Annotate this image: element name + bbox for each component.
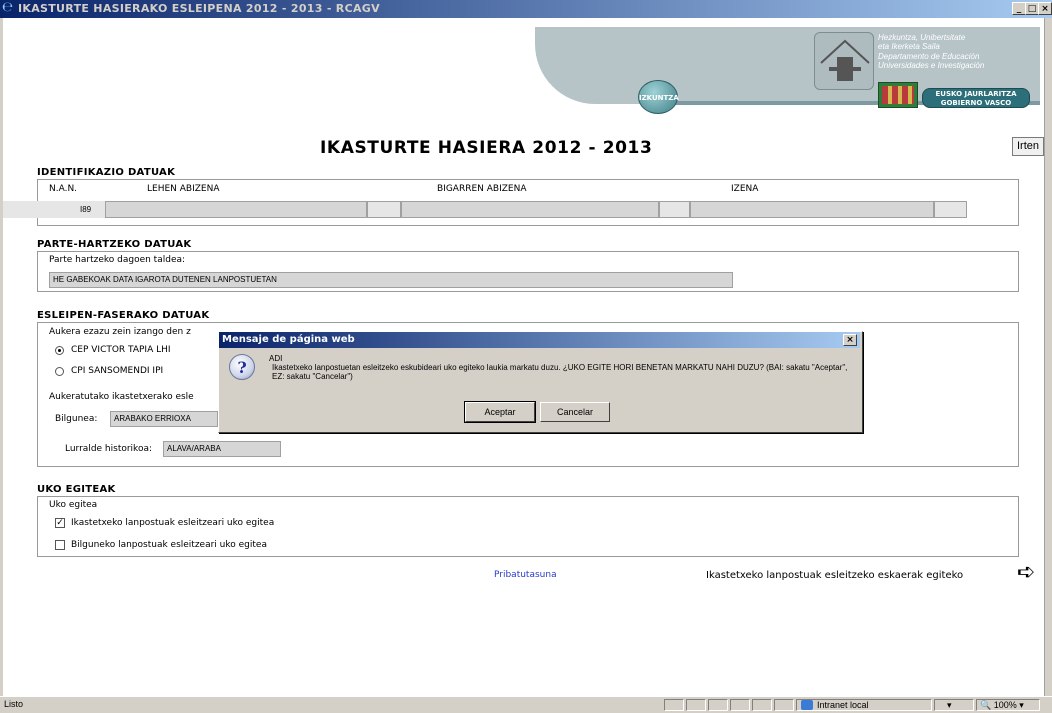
selected-school-label: Aukeratutako ikastetxerako esle (49, 392, 194, 402)
option2-label[interactable]: CPI SANSOMENDI IPI (71, 366, 163, 376)
cancel-button[interactable]: Cancelar (540, 402, 610, 422)
window-titlebar[interactable]: ℮ IKASTURTE HASIERAKO ESLEIPENA 2012 - 2… (0, 0, 1052, 18)
basque-flag-icon (878, 82, 918, 108)
status-cell-6 (774, 699, 794, 711)
minimize-button[interactable]: _ (1012, 2, 1026, 15)
name-field[interactable] (690, 201, 934, 218)
dialog-message: ADI Ikastetxeko lanpostuetan esleitzeko … (269, 354, 859, 381)
bilgunea-field[interactable]: ARABAKO ERRIOXA (110, 411, 218, 427)
zone-cell: Intranet local (796, 699, 932, 711)
status-cell-2 (686, 699, 706, 711)
inst-line-1: Hezkuntza, Unibertsitate (878, 33, 966, 42)
surname1-suffix-field[interactable] (367, 201, 401, 218)
gov-line-1: EUSKO JAURLARITZA (935, 90, 1017, 98)
surname1-field[interactable] (105, 201, 367, 218)
col-nan-label: N.A.N. (49, 184, 78, 194)
option1-label[interactable]: CEP VICTOR TAPIA LHI (71, 345, 171, 355)
option2-radio[interactable] (55, 367, 64, 376)
surname2-field[interactable] (401, 201, 659, 218)
option1-radio[interactable] (55, 346, 64, 355)
status-text: Listo (4, 699, 24, 709)
accept-button[interactable]: Aceptar (464, 401, 536, 423)
waiver-heading: UKO EGITEAK (37, 484, 116, 495)
gov-emblem-icon (814, 32, 874, 90)
waiver-cluster-label[interactable]: Bilguneko lanpostuak esleitzeari uko egi… (71, 540, 267, 550)
surname2-suffix-field[interactable] (659, 201, 690, 218)
ie-icon: ℮ (2, 0, 14, 15)
window-title: IKASTURTE HASIERAKO ESLEIPENA 2012 - 201… (18, 2, 380, 15)
identification-heading: IDENTIFIKAZIO DATUAK (37, 167, 176, 178)
question-icon: ? (229, 354, 255, 380)
privacy-cell[interactable]: ▾ (934, 699, 974, 711)
dialog-titlebar[interactable]: Mensaje de página web (219, 332, 860, 348)
zoom-icon: 🔍 (980, 700, 992, 710)
department-name-es: Departamento de Educación Universidades … (878, 52, 1038, 70)
zoom-dropdown-icon: ▾ (1019, 700, 1024, 710)
status-cell-5 (752, 699, 772, 711)
dialog-heading: ADI (269, 354, 283, 363)
inst-line-3: Departamento de Educación (878, 52, 980, 61)
status-bar: Listo Intranet local ▾ 🔍 100% ▾ (0, 696, 1052, 713)
waiver-school-checkbox[interactable]: ✓ (55, 518, 65, 528)
inst-line-2: eta Ikerketa Saila (878, 42, 940, 51)
nan-field[interactable]: I89 (3, 201, 105, 218)
zoom-cell[interactable]: 🔍 100% ▾ (976, 699, 1040, 711)
gov-logo-text: EUSKO JAURLARITZA GOBIERNO VASCO (922, 88, 1030, 108)
col-name-label: IZENA (731, 184, 759, 194)
col-surname2-label: BIGARREN ABIZENA (437, 184, 527, 194)
status-cell-3 (708, 699, 728, 711)
group-field[interactable]: HE GABEKOAK DATA IGAROTA DUTENEN LANPOST… (49, 272, 733, 288)
izkuntza-logo: IZKUNTZA (638, 80, 679, 114)
zoom-level: 100% (993, 700, 1017, 710)
assignment-heading: ESLEIPEN-FASERAKO DATUAK (37, 310, 210, 321)
status-cell-1 (664, 699, 684, 711)
waiver-sublabel: Uko egitea (49, 500, 98, 510)
privacy-link[interactable]: Pribatutasuna (494, 570, 557, 580)
col-surname1-label: LEHEN ABIZENA (147, 184, 220, 194)
inst-line-4: Universidades e Investigación (878, 61, 985, 70)
lurralde-field[interactable]: ALAVA/ARABA (163, 441, 281, 457)
next-step-text: Ikastetxeko lanpostuak esleitzeko eskaer… (706, 570, 964, 581)
lurralde-label: Lurralde historikoa: (65, 444, 153, 454)
zone-label: Intranet local (817, 700, 869, 710)
dialog-close-button[interactable]: × (843, 334, 857, 346)
next-arrow-icon[interactable]: ➪ (1017, 562, 1035, 584)
waiver-cluster-checkbox[interactable] (55, 540, 65, 550)
page-title: IKASTURTE HASIERA 2012 - 2013 (320, 138, 653, 158)
dialog-body: Ikastetxeko lanpostuetan esleitzeko esku… (272, 363, 848, 381)
intranet-zone-icon (801, 700, 813, 710)
window-left-edge (0, 18, 3, 696)
department-name-eu: Hezkuntza, Unibertsitate eta Ikerketa Sa… (878, 33, 1038, 51)
name-suffix-field[interactable] (934, 201, 967, 218)
status-cell-4 (730, 699, 750, 711)
exit-button[interactable]: Irten (1012, 137, 1044, 156)
gov-line-2: GOBIERNO VASCO (940, 99, 1012, 107)
waiver-school-label[interactable]: Ikastetxeko lanpostuak esleitzeari uko e… (71, 518, 274, 528)
choose-label: Aukera ezazu zein izango den z (49, 327, 191, 337)
maximize-button[interactable]: □ (1025, 2, 1039, 15)
bilgunea-label: Bilgunea: (55, 414, 98, 424)
vertical-scrollbar[interactable] (1044, 18, 1052, 696)
confirm-dialog: Mensaje de página web × ? ADI Ikastetxek… (218, 331, 863, 433)
close-window-button[interactable]: × (1038, 2, 1052, 15)
participation-heading: PARTE-HARTZEKO DATUAK (37, 239, 192, 250)
group-label: Parte hartzeko dagoen taldea: (49, 255, 186, 265)
